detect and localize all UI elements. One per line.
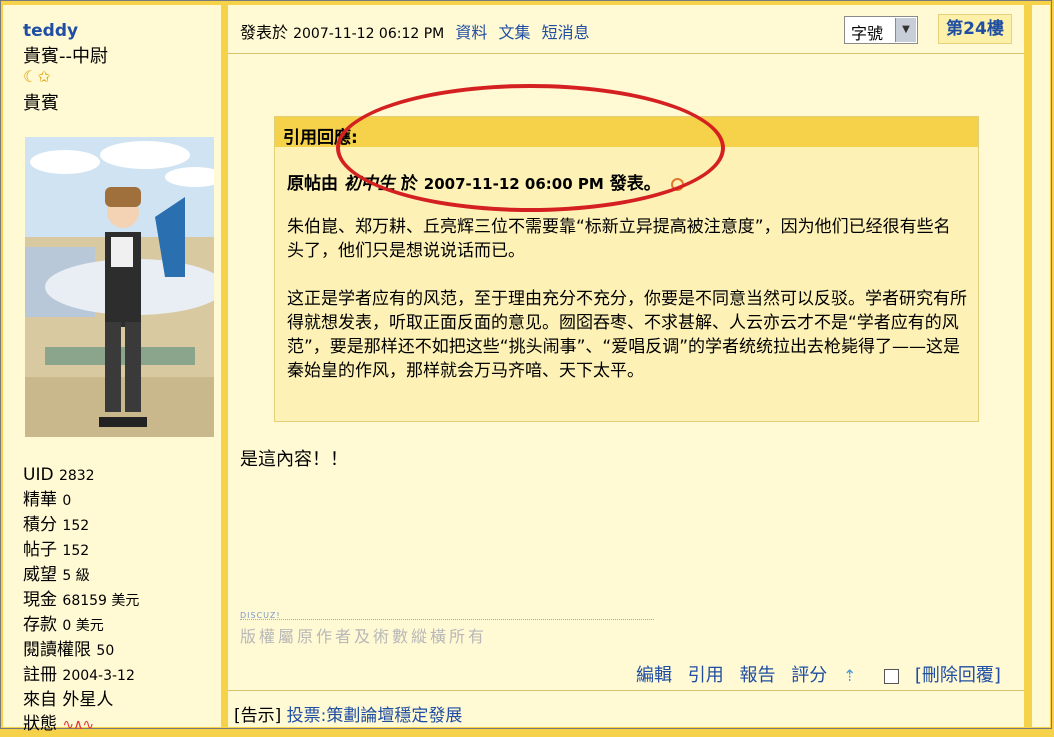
announcement: [告示] 投票:策劃論壇穩定發展 (234, 706, 463, 726)
post-body: 發表於 2007-11-12 06:12 PM 資料 文集 短消息 字號 ▼ 第… (228, 5, 1024, 727)
chevron-down-icon[interactable]: ▼ (895, 18, 916, 42)
quote-source-user[interactable]: 初中生 (344, 174, 395, 194)
select-checkbox[interactable] (884, 668, 900, 684)
quote-paragraph: 这正是学者应有的风范，至于理由充分不充分，你要是不同意当然可以反驳。学者研究有所… (287, 289, 967, 381)
stat-uid: UID 2832 (23, 465, 95, 485)
copyright-notice: 版權屬原作者及術數縱橫所有 (240, 627, 488, 646)
quote-title: 引用回應: (275, 117, 978, 148)
edit-button[interactable]: 編輯 (636, 665, 672, 686)
stat-read-perm: 閱讀權限 50 (23, 640, 115, 660)
report-button[interactable]: 報告 (739, 665, 775, 686)
signature-divider (240, 619, 654, 620)
author-name[interactable]: teddy (23, 21, 78, 41)
quote-paragraph: 朱伯崑、郑万耕、丘亮辉三位不需要靠“标新立异提高被注意度”，因为他们已经很有些名… (287, 217, 951, 261)
author-group: 貴賓 (23, 93, 59, 114)
profile-link[interactable]: 資料 (455, 23, 487, 42)
stat-deposit: 存款 0 美元 (23, 615, 104, 635)
jump-to-post-icon[interactable] (670, 177, 684, 191)
stat-registered: 註冊 2004-3-12 (23, 665, 135, 685)
back-to-top-icon[interactable]: ⇡ (843, 666, 856, 685)
stat-posts: 帖子 152 (23, 540, 90, 560)
scroll-gutter (1032, 5, 1050, 727)
quote-button[interactable]: 引用 (688, 665, 724, 686)
avatar (25, 137, 214, 437)
floor-number[interactable]: 第24樓 (938, 14, 1012, 44)
quote-block: 引用回應: 原帖由 初中生 於 2007-11-12 06:00 PM 發表。 … (274, 116, 979, 422)
stat-status: 狀態 ∿∧∿ (23, 714, 94, 734)
pm-link[interactable]: 短消息 (542, 23, 590, 42)
right-border (1024, 5, 1032, 727)
announcement-link[interactable]: 投票:策劃論壇穩定發展 (287, 706, 463, 726)
post-date: 2007-11-12 06:12 PM (293, 26, 445, 42)
quote-source: 原帖由 初中生 於 2007-11-12 06:00 PM 發表。 (287, 169, 684, 194)
stat-credits: 積分 152 (23, 515, 90, 535)
post-actions: 編輯 引用 報告 評分 ⇡ [刪除回覆] (636, 661, 1011, 687)
reply-text: 是這內容！！ (240, 449, 348, 470)
rank-icons: ☾✩ (23, 67, 51, 86)
author-rank: 貴賓--中尉 (23, 46, 108, 67)
stat-cash: 現金 68159 美元 (23, 590, 140, 610)
post-meta: 發表於 2007-11-12 06:12 PM 資料 文集 短消息 (240, 23, 590, 42)
avatar-image (25, 137, 214, 437)
post-footer: [告示] 投票:策劃論壇穩定發展 (228, 690, 1024, 727)
rate-button[interactable]: 評分 (791, 665, 827, 686)
font-size-select[interactable]: 字號 ▼ (844, 16, 918, 44)
delete-reply-button[interactable]: [刪除回覆] (915, 665, 1001, 686)
stat-from: 來自 外星人 (23, 690, 114, 710)
collection-link[interactable]: 文集 (498, 23, 530, 42)
post-header: 發表於 2007-11-12 06:12 PM 資料 文集 短消息 字號 ▼ 第… (228, 5, 1024, 54)
author-panel: teddy 貴賓--中尉 ☾✩ 貴賓 UID 2832 精華 0 積分 152 … (3, 5, 221, 734)
stat-prestige: 威望 5 級 (23, 565, 90, 585)
author-stats: UID 2832 精華 0 積分 152 帖子 152 威望 5 級 現金 68… (23, 463, 139, 737)
stat-digest: 精華 0 (23, 490, 72, 510)
